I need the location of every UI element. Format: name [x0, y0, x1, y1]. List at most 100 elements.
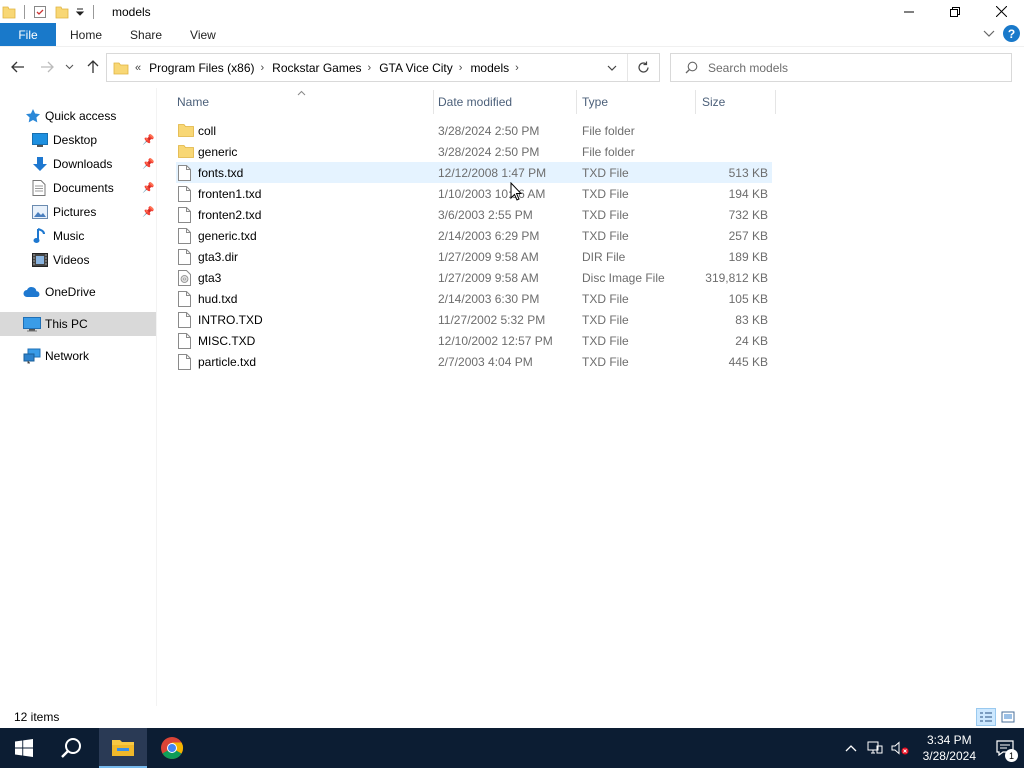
- help-icon[interactable]: ?: [1003, 25, 1020, 42]
- minimize-button[interactable]: [886, 0, 932, 23]
- pin-icon[interactable]: 📌: [142, 135, 154, 146]
- ribbon-tabs: File Home Share View ?: [0, 23, 1024, 46]
- close-icon: [995, 6, 1007, 17]
- file-row[interactable]: particle.txd 2/7/2003 4:04 PM TXD File 445 …: [176, 351, 772, 372]
- sidebar-item-videos[interactable]: Videos: [0, 248, 156, 272]
- folder-icon: [113, 61, 129, 75]
- sidebar-item-label: Downloads: [53, 157, 113, 171]
- chevron-right-icon[interactable]: ›: [260, 62, 264, 74]
- file-list: Name Date modified Type Size coll 3/28/20…: [157, 88, 1024, 706]
- file-row[interactable]: gta3 1/27/2009 9:58 AM Disc Image File 319,…: [176, 267, 772, 288]
- file-row[interactable]: INTRO.TXD 11/27/2002 5:32 PM TXD File 83 KB: [176, 309, 772, 330]
- file-type: File folder: [582, 145, 635, 159]
- tab-view[interactable]: View: [176, 28, 230, 42]
- pin-icon[interactable]: 📌: [142, 207, 154, 218]
- recent-locations-button[interactable]: [62, 57, 76, 77]
- clock-date: 3/28/2024: [922, 749, 976, 763]
- back-button[interactable]: [8, 57, 28, 77]
- file-row[interactable]: gta3.dir 1/27/2009 9:58 AM DIR File 189 KB: [176, 246, 772, 267]
- column-divider[interactable]: [433, 90, 434, 114]
- folder-icon: [178, 123, 194, 140]
- file-row[interactable]: generic.txd 2/14/2003 6:29 PM TXD File 257 …: [176, 225, 772, 246]
- breadcrumb-gta-vice-city[interactable]: GTA Vice City: [379, 61, 453, 75]
- folder-icon[interactable]: [2, 5, 16, 19]
- chevron-right-icon[interactable]: ›: [459, 62, 463, 74]
- chevron-right-icon[interactable]: ›: [368, 62, 372, 74]
- tab-home[interactable]: Home: [56, 28, 116, 42]
- navigation-bar: « Program Files (x86) › Rockstar Games ›…: [0, 46, 1024, 88]
- expand-ribbon-chevron-icon[interactable]: [983, 30, 995, 38]
- new-folder-icon[interactable]: [55, 5, 69, 19]
- customize-toolbar-chevron-icon[interactable]: [75, 7, 85, 17]
- show-hidden-icons-chevron-icon[interactable]: [845, 744, 857, 752]
- column-header-name[interactable]: Name: [177, 88, 209, 115]
- address-history-button[interactable]: [601, 54, 623, 81]
- sidebar-item-documents[interactable]: Documents 📌: [0, 176, 156, 200]
- up-button[interactable]: [83, 57, 103, 77]
- breadcrumb-overflow[interactable]: «: [135, 62, 141, 74]
- restore-button[interactable]: [932, 0, 978, 23]
- search-input[interactable]: Search models: [708, 61, 788, 75]
- desktop-icon: [32, 133, 48, 147]
- file-date-modified: 1/27/2009 9:58 AM: [438, 250, 539, 264]
- window-controls: [886, 0, 1024, 23]
- tab-file[interactable]: File: [0, 23, 56, 46]
- breadcrumb-rockstar-games[interactable]: Rockstar Games: [272, 61, 361, 75]
- cloud-icon: [23, 286, 41, 298]
- file-row[interactable]: fronten2.txd 3/6/2003 2:55 PM TXD File 732 …: [176, 204, 772, 225]
- column-header-type[interactable]: Type: [582, 88, 608, 115]
- column-header-size[interactable]: Size: [702, 88, 725, 115]
- column-divider[interactable]: [695, 90, 696, 114]
- column-divider[interactable]: [576, 90, 577, 114]
- sidebar-item-network[interactable]: Network: [0, 344, 156, 368]
- close-button[interactable]: [978, 0, 1024, 23]
- breadcrumb-program-files[interactable]: Program Files (x86): [149, 61, 254, 75]
- sidebar-item-quick-access[interactable]: Quick access: [0, 104, 156, 128]
- action-center-button[interactable]: 1: [986, 728, 1024, 768]
- column-header-date[interactable]: Date modified: [438, 88, 512, 115]
- sidebar-item-desktop[interactable]: Desktop 📌: [0, 128, 156, 152]
- file-row[interactable]: hud.txd 2/14/2003 6:30 PM TXD File 105 KB: [176, 288, 772, 309]
- network-icon[interactable]: [867, 741, 883, 755]
- sidebar-item-downloads[interactable]: Downloads 📌: [0, 152, 156, 176]
- file-size: 83 KB: [735, 313, 768, 327]
- file-row[interactable]: generic 3/28/2024 2:50 PM File folder: [176, 141, 772, 162]
- search-taskbar-button[interactable]: [48, 728, 96, 768]
- forward-button[interactable]: [37, 57, 57, 77]
- clock[interactable]: 3:34 PM 3/28/2024: [923, 732, 976, 764]
- volume-muted-icon[interactable]: [891, 741, 909, 755]
- file-size: 513 KB: [728, 166, 768, 180]
- sidebar-item-music[interactable]: Music: [0, 224, 156, 248]
- file-icon: [178, 186, 191, 205]
- file-row[interactable]: fronten1.txd 1/10/2003 10:36 AM TXD File 19…: [176, 183, 772, 204]
- pin-icon[interactable]: 📌: [142, 183, 154, 194]
- chrome-taskbar-button[interactable]: [148, 728, 196, 768]
- file-row[interactable]: coll 3/28/2024 2:50 PM File folder: [176, 120, 772, 141]
- sidebar-item-this-pc[interactable]: This PC: [0, 312, 156, 336]
- file-row[interactable]: MISC.TXD 12/10/2002 12:57 PM TXD File 24 KB: [176, 330, 772, 351]
- properties-icon[interactable]: [33, 5, 47, 19]
- search-box[interactable]: Search models: [670, 53, 1012, 82]
- address-bar[interactable]: « Program Files (x86) › Rockstar Games ›…: [106, 53, 660, 82]
- file-explorer-taskbar-button[interactable]: [99, 728, 147, 768]
- file-row[interactable]: fonts.txd 12/12/2008 1:47 PM TXD File 513 K…: [176, 162, 772, 183]
- start-button[interactable]: [0, 728, 48, 768]
- disc-image-icon: [178, 270, 191, 289]
- file-name: MISC.TXD: [198, 334, 256, 348]
- view-toggle: [976, 708, 1018, 726]
- file-date-modified: 1/10/2003 10:36 AM: [438, 187, 546, 201]
- music-icon: [33, 228, 47, 244]
- chevron-right-icon[interactable]: ›: [515, 62, 519, 74]
- details-view-button[interactable]: [976, 708, 996, 726]
- refresh-button[interactable]: [627, 54, 659, 81]
- sidebar-item-pictures[interactable]: Pictures 📌: [0, 200, 156, 224]
- tab-share[interactable]: Share: [116, 28, 176, 42]
- file-date-modified: 3/28/2024 2:50 PM: [438, 124, 540, 138]
- column-divider[interactable]: [775, 90, 776, 114]
- windows-logo-icon: [15, 739, 33, 757]
- file-icon: [178, 207, 191, 226]
- breadcrumb-models[interactable]: models: [470, 61, 509, 75]
- large-icons-view-button[interactable]: [998, 708, 1018, 726]
- sidebar-item-onedrive[interactable]: OneDrive: [0, 280, 156, 304]
- pin-icon[interactable]: 📌: [142, 159, 154, 170]
